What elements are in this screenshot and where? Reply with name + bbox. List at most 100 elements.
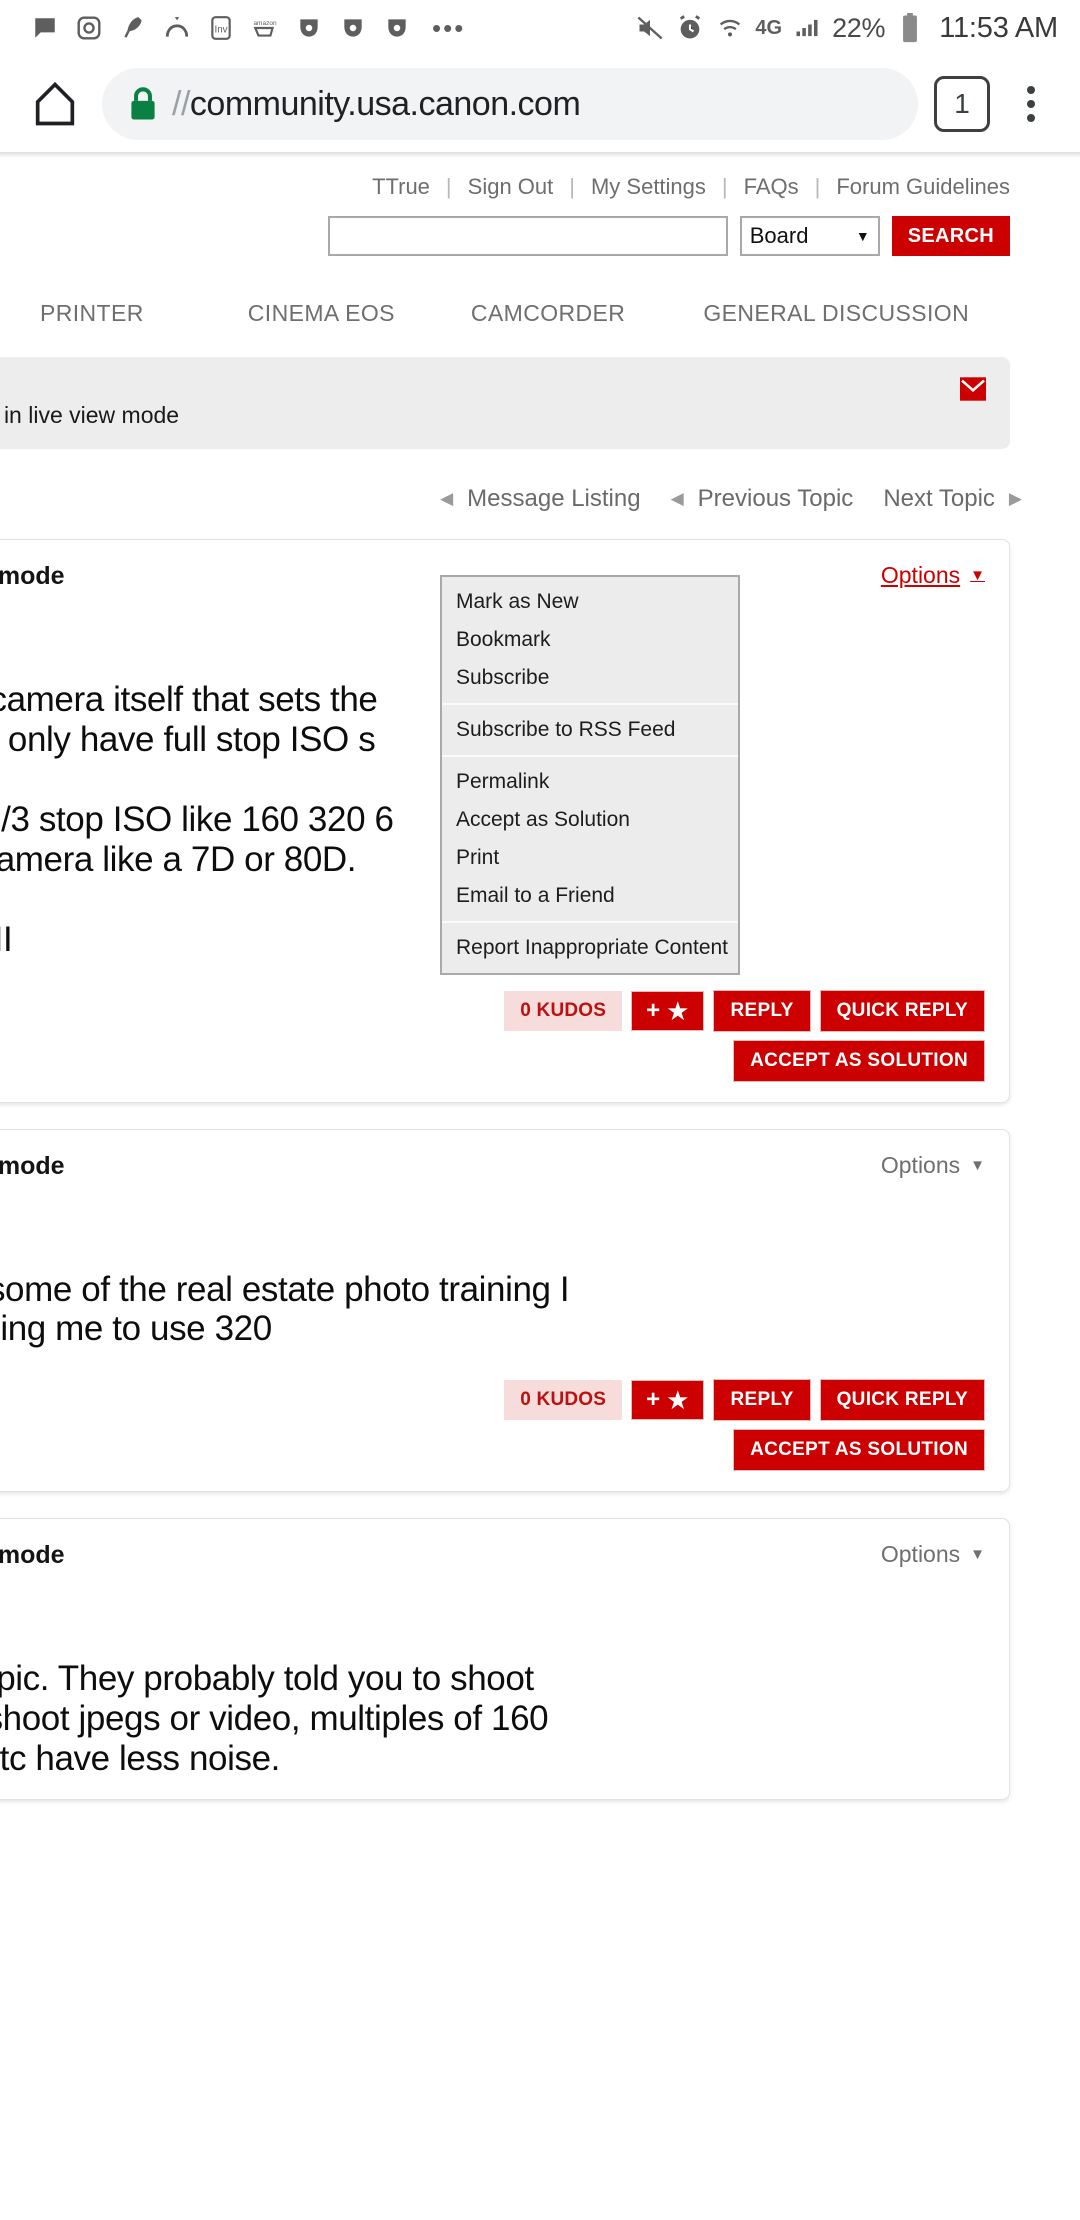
instagram-icon xyxy=(74,13,104,43)
plus-icon: + xyxy=(646,1386,661,1414)
options-label: Options xyxy=(880,1541,961,1568)
post-line: e is telling me to use 320 xyxy=(0,1309,272,1349)
menu-item-report-inappropriate-content[interactable]: Report Inappropriate Content xyxy=(442,929,738,967)
kudos-count-badge: 0 KUDOS xyxy=(504,990,623,1031)
topic-navigation: ◀ Message Listing ◀ Previous Topic Next … xyxy=(0,449,1080,513)
signal-bars-icon xyxy=(792,13,822,43)
menu-item-permalink[interactable]: Permalink xyxy=(442,763,738,801)
alarm-icon xyxy=(675,13,705,43)
next-topic-label: Next Topic xyxy=(883,485,995,512)
envelope-icon[interactable] xyxy=(960,377,986,406)
accept-as-solution-button[interactable]: ACCEPT AS SOLUTION xyxy=(733,1429,985,1472)
android-status-bar: Inv amazon ••• 4G 22% 11:53 AM xyxy=(0,0,1080,56)
nav-item-general-discussion[interactable]: GENERAL DISCUSSION xyxy=(703,300,969,327)
menu-item-print[interactable]: Print xyxy=(442,839,738,877)
nav-item-cinema-eos[interactable]: CINEMA EOS xyxy=(248,300,395,327)
network-4g-icon: 4G xyxy=(755,16,783,39)
battery-icon xyxy=(895,13,925,43)
post-card: ive view mode Options ▼ PM y off topic. … xyxy=(0,1518,1010,1801)
give-kudos-button[interactable]: + ★ xyxy=(631,1380,705,1421)
menu-item-mark-as-new[interactable]: Mark as New xyxy=(442,583,738,621)
faqs-link[interactable]: FAQs xyxy=(744,174,799,200)
options-menu-button[interactable]: Options ▼ xyxy=(881,1541,985,1568)
message-listing-label: Message Listing xyxy=(467,485,641,512)
menu-item-bookmark[interactable]: Bookmark xyxy=(442,621,738,659)
app-icon-2 xyxy=(338,13,368,43)
post-action-bar: 0 KUDOS + ★ REPLY QUICK REPLY ACCEPT AS … xyxy=(0,1379,985,1472)
post-line: y off topic. They probably told you to s… xyxy=(0,1659,534,1699)
options-label: Options xyxy=(880,562,961,588)
tab-switcher-button[interactable]: 1 xyxy=(934,76,990,132)
separator: | xyxy=(445,174,452,199)
header-utility-links: TTrue | Sign Out | My Settings | FAQs | … xyxy=(0,158,1080,200)
post-subject: ive view mode xyxy=(0,562,65,590)
post-header: ive view mode Options ▼ xyxy=(0,1541,985,1570)
post-card: ive view mode Options ▼ PM ut the camera… xyxy=(0,539,1010,1103)
svg-text:Inv: Inv xyxy=(214,24,227,35)
search-bar: Board ▼ SEARCH xyxy=(0,200,1080,256)
post-body: y off topic. They probably told you to s… xyxy=(0,1659,985,1779)
options-group: Report Inappropriate Content xyxy=(442,921,738,973)
options-group: Permalink Accept as Solution Print Email… xyxy=(442,755,738,921)
search-scope-select[interactable]: Board ▼ xyxy=(739,216,880,256)
sign-out-link[interactable]: Sign Out xyxy=(468,174,554,200)
svg-text:amazon: amazon xyxy=(253,20,277,27)
previous-topic-link[interactable]: ◀ Previous Topic xyxy=(671,485,854,513)
options-label: Options xyxy=(880,1151,961,1178)
missed-call-icon xyxy=(162,13,192,43)
search-button[interactable]: SEARCH xyxy=(891,216,1010,256)
reply-button[interactable]: REPLY xyxy=(713,1379,811,1422)
message-listing-link[interactable]: ◀ Message Listing xyxy=(440,485,641,513)
menu-item-subscribe[interactable]: Subscribe xyxy=(442,659,738,697)
star-icon: ★ xyxy=(666,1385,690,1416)
accept-as-solution-button[interactable]: ACCEPT AS SOLUTION xyxy=(733,1039,985,1082)
search-scope-value: Board xyxy=(749,223,809,248)
battery-percent: 22% xyxy=(832,12,886,43)
give-kudos-button[interactable]: + ★ xyxy=(631,990,705,1031)
nav-item-camcorder[interactable]: CAMCORDER xyxy=(471,300,625,327)
browser-toolbar: //community.usa.canon.com 1 xyxy=(0,56,1080,152)
page-content: TTrue | Sign Out | My Settings | FAQs | … xyxy=(0,158,1080,1801)
quick-reply-button[interactable]: QUICK REPLY xyxy=(819,1379,985,1422)
web-page-viewport: TTrue | Sign Out | My Settings | FAQs | … xyxy=(0,158,1080,2220)
my-settings-link[interactable]: My Settings xyxy=(591,174,706,200)
post-timestamp: PM xyxy=(0,1189,985,1228)
quick-reply-button[interactable]: QUICK REPLY xyxy=(819,989,985,1032)
next-topic-link[interactable]: Next Topic ▶ xyxy=(883,485,1022,513)
search-input[interactable] xyxy=(327,216,728,256)
options-menu-button[interactable]: Options ▼ xyxy=(881,1152,985,1179)
post-line: 2500 etc have less noise. xyxy=(0,1739,280,1779)
address-bar[interactable]: //community.usa.canon.com xyxy=(102,68,918,140)
status-system-icons: 4G 22% 11:53 AM xyxy=(635,12,1058,45)
post-header: ive view mode Options ▼ xyxy=(0,1152,985,1181)
forum-guidelines-link[interactable]: Forum Guidelines xyxy=(836,174,1010,200)
user-name-link[interactable]: TTrue xyxy=(372,174,430,200)
post-action-row-secondary: ACCEPT AS SOLUTION xyxy=(733,1039,985,1082)
menu-item-email-to-a-friend[interactable]: Email to a Friend xyxy=(442,877,738,915)
nav-item-printer[interactable]: PRINTER xyxy=(40,300,144,327)
post-action-bar: 0 KUDOS + ★ REPLY QUICK REPLY ACCEPT AS … xyxy=(0,989,985,1082)
reply-button[interactable]: REPLY xyxy=(713,989,811,1032)
chevron-down-icon: ▼ xyxy=(855,228,870,244)
status-notification-icons: Inv amazon ••• xyxy=(30,13,471,43)
chevron-down-icon: ▼ xyxy=(970,1156,985,1174)
menu-item-accept-as-solution[interactable]: Accept as Solution xyxy=(442,801,738,839)
post-subject: ive view mode xyxy=(0,1541,65,1570)
mute-icon xyxy=(635,13,665,43)
options-menu-button[interactable]: Options ▼ xyxy=(881,562,985,589)
chevron-down-icon: ▼ xyxy=(970,567,985,584)
thread-subject-text: not trigger in live view mode xyxy=(0,402,180,428)
kebab-menu-icon[interactable] xyxy=(1006,73,1056,135)
chevron-down-icon: ▼ xyxy=(970,1546,985,1564)
home-icon[interactable] xyxy=(24,73,86,135)
options-group: Mark as New Bookmark Subscribe xyxy=(442,577,738,703)
thread-subject-bar: not trigger in live view mode xyxy=(0,357,1010,449)
options-dropdown-menu[interactable]: Mark as New Bookmark Subscribe Subscribe… xyxy=(440,575,740,975)
url-host: community.usa.canon.com xyxy=(189,84,581,123)
post-subject: ive view mode xyxy=(0,1151,65,1180)
app-icon-3 xyxy=(382,13,412,43)
post-body: s and some of the real estate photo trai… xyxy=(0,1270,985,1350)
overflow-dots-icon: ••• xyxy=(432,13,466,43)
separator: | xyxy=(721,174,728,199)
menu-item-subscribe-rss[interactable]: Subscribe to RSS Feed xyxy=(442,711,738,749)
